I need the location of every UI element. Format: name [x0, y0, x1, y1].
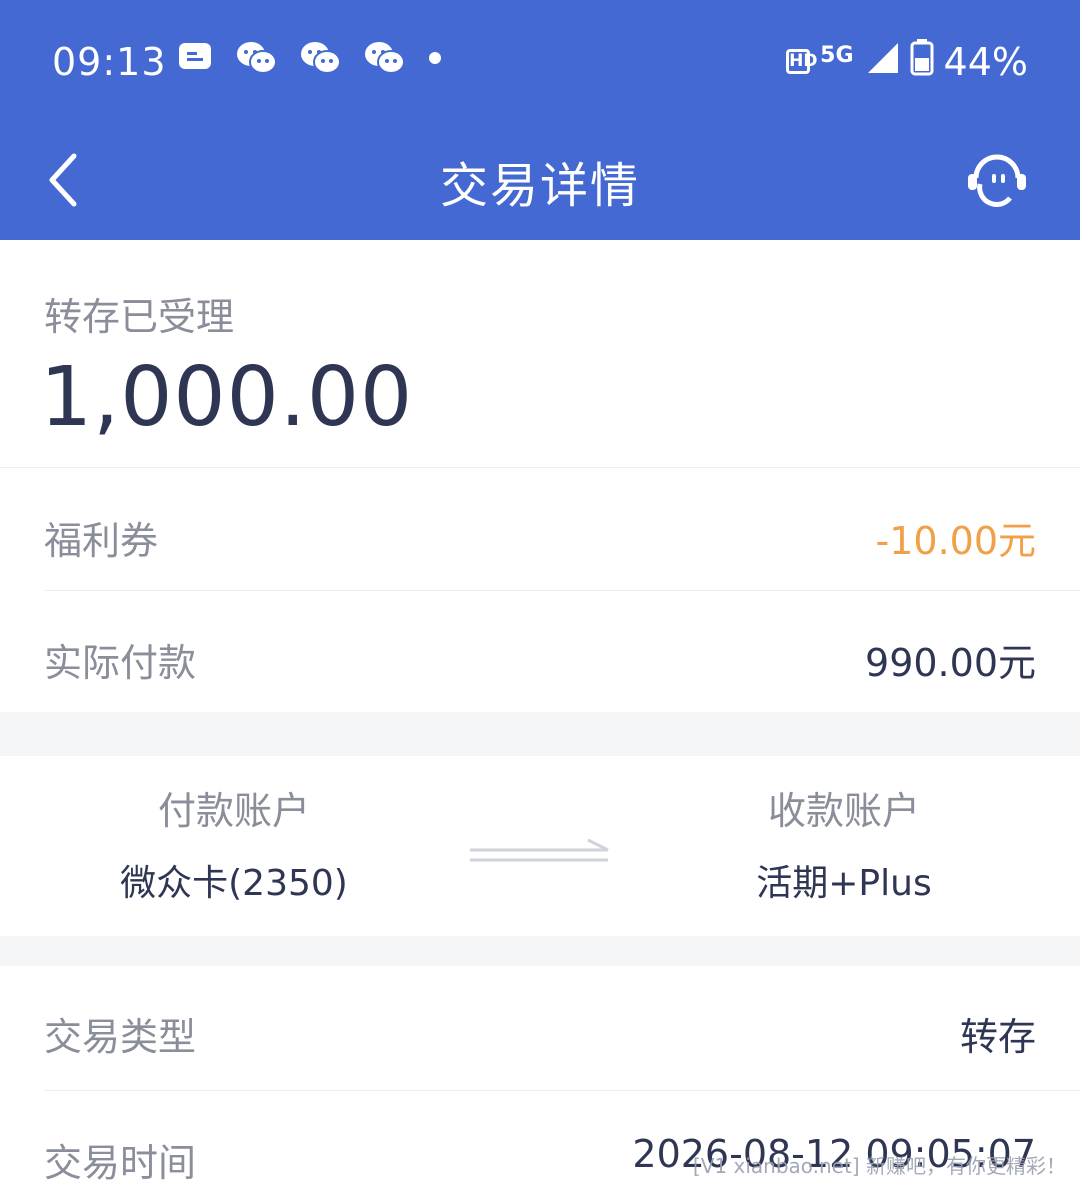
status-time: 09:13	[52, 40, 167, 84]
account-transfer: 付款账户 微众卡(2350) 收款账户 活期+Plus	[0, 756, 1080, 936]
payee-account-label: 收款账户	[767, 789, 920, 833]
dot-icon	[428, 51, 442, 65]
wechat-icon	[300, 40, 342, 76]
payer-account-value: 微众卡(2350)	[120, 863, 348, 904]
actual-payment-label: 实际付款	[44, 641, 197, 685]
payee-account: 收款账户 活期+Plus	[644, 786, 1044, 906]
coupon-label: 福利券	[44, 519, 159, 563]
signal-icon	[864, 40, 900, 84]
transaction-status: 转存已受理	[44, 295, 235, 339]
payer-account-label: 付款账户	[157, 789, 310, 833]
hd-badge: HD	[786, 49, 818, 74]
coupon-value: -10.00元	[875, 519, 1037, 563]
notification-icons	[178, 40, 442, 76]
transaction-summary: 转存已受理 1,000.00 福利券 -10.00元 实际付款 990.00元	[0, 240, 1080, 712]
battery-level: 44%	[943, 39, 1028, 84]
system-status: HD 5G 44%	[786, 38, 1028, 85]
top-bar: 09:13 HD 5G 44% 交易详情	[0, 0, 1080, 240]
actual-payment-value: 990.00元	[865, 641, 1036, 685]
customer-service-icon	[968, 154, 1026, 207]
divider	[44, 1090, 1080, 1091]
transaction-type-label: 交易类型	[44, 1015, 197, 1059]
wechat-icon	[236, 40, 278, 76]
customer-service-button[interactable]	[962, 148, 1032, 212]
wechat-icon	[364, 40, 406, 76]
transfer-arrow-icon	[470, 838, 609, 862]
battery-icon	[910, 38, 934, 85]
watermark-text: [V1 xianbao.net] 新赚吧，有你更精彩！	[692, 1154, 1066, 1178]
transaction-time-label: 交易时间	[44, 1141, 197, 1185]
transaction-details: 交易类型 转存 交易时间 2026-08-12 09:05:07 [V1 xia…	[0, 966, 1080, 1189]
network-type: 5G	[820, 42, 854, 68]
transaction-amount: 1,000.00	[40, 350, 414, 445]
divider	[44, 590, 1080, 591]
page-title: 交易详情	[439, 158, 640, 214]
transaction-type-value: 转存	[959, 1015, 1036, 1059]
divider	[0, 467, 1080, 468]
payer-account: 付款账户 微众卡(2350)	[34, 786, 434, 906]
payee-account-value: 活期+Plus	[756, 863, 932, 904]
message-icon	[178, 42, 214, 74]
